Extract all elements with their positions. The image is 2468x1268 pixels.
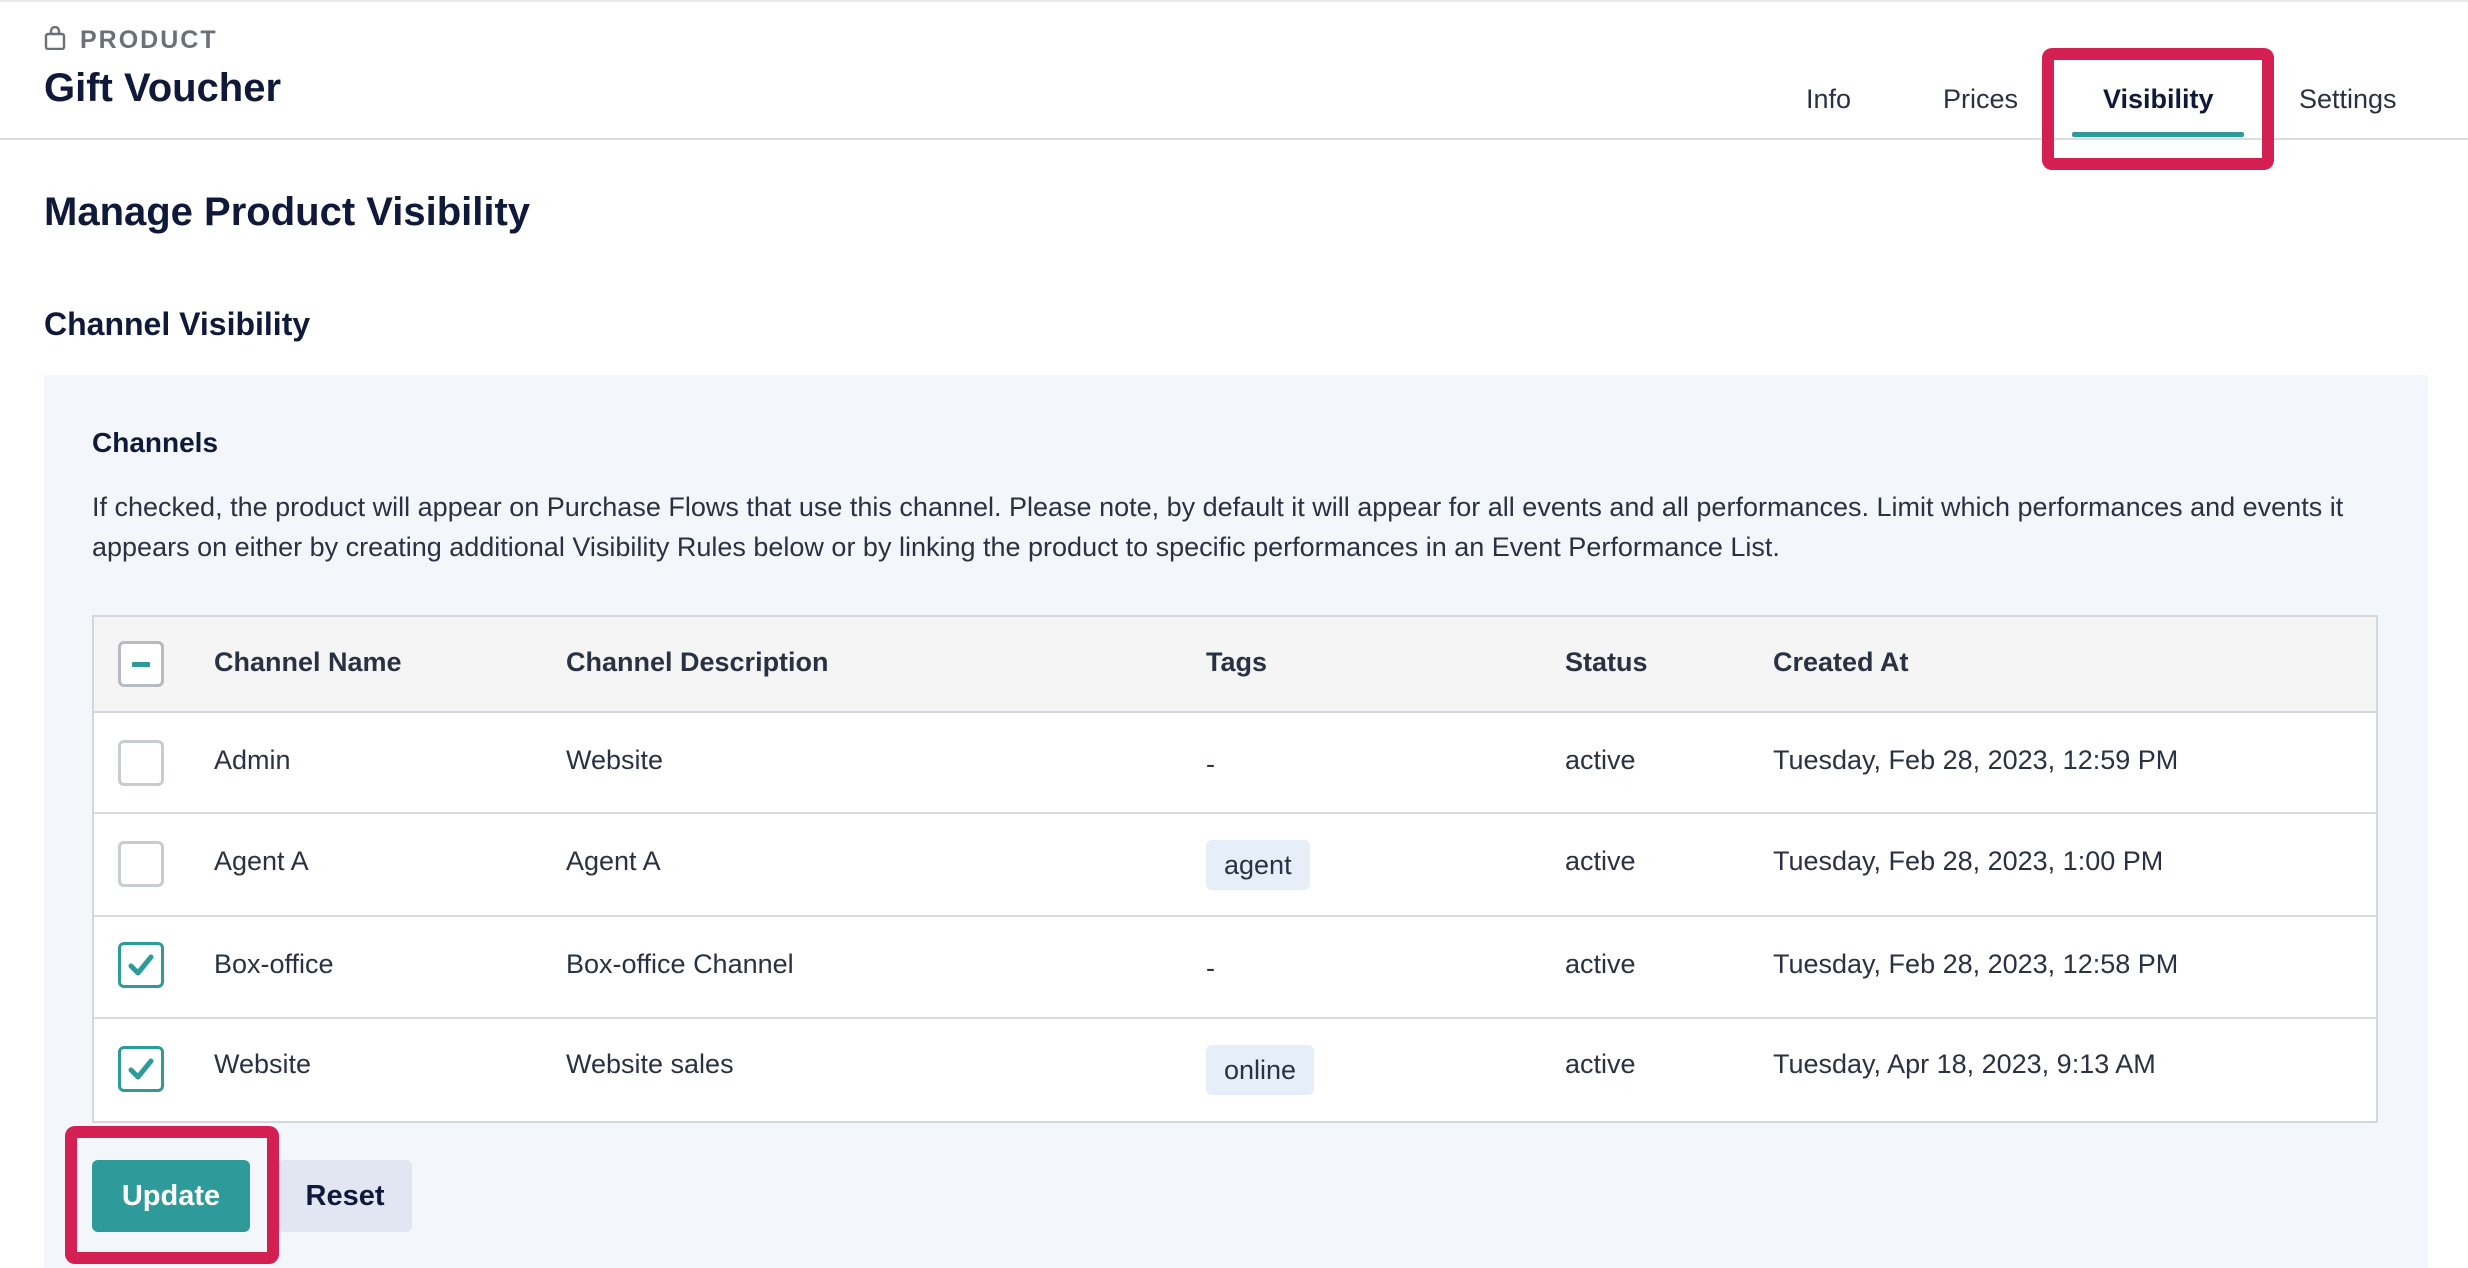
tag-badge: agent: [1206, 840, 1310, 890]
section-title: Channel Visibility: [44, 306, 311, 342]
column-header-status[interactable]: Status: [1565, 647, 1648, 678]
column-header-tags[interactable]: Tags: [1206, 647, 1267, 678]
table-row: Box-office Box-office Channel - active T…: [94, 917, 2376, 1019]
tab-settings[interactable]: Settings: [2299, 84, 2397, 115]
channel-status: active: [1565, 846, 1636, 876]
row-checkbox[interactable]: [118, 1046, 164, 1092]
tab-prices[interactable]: Prices: [1943, 84, 2018, 115]
row-checkbox[interactable]: [118, 841, 164, 887]
channel-created-at: Tuesday, Feb 28, 2023, 12:58 PM: [1773, 949, 2179, 979]
product-eyebrow-label: PRODUCT: [80, 26, 218, 54]
table-row: Agent A Agent A agent active Tuesday, Fe…: [94, 814, 2376, 917]
channel-name: Box-office: [214, 949, 334, 979]
checkmark-icon: [128, 954, 154, 976]
tag-empty: -: [1206, 749, 1215, 779]
channel-name: Website: [214, 1049, 312, 1079]
row-checkbox[interactable]: [118, 740, 164, 786]
channel-status: active: [1565, 1049, 1636, 1079]
visibility-tab-highlight: [2042, 48, 2274, 170]
channel-description: Agent A: [566, 846, 661, 876]
row-checkbox[interactable]: [118, 942, 164, 988]
select-all-checkbox[interactable]: [118, 641, 164, 687]
channels-table: Channel Name Channel Description Tags St…: [92, 615, 2378, 1123]
tag-empty: -: [1206, 953, 1215, 983]
channel-created-at: Tuesday, Feb 28, 2023, 12:59 PM: [1773, 745, 2179, 775]
column-header-channel-description[interactable]: Channel Description: [566, 647, 829, 678]
table-row: Admin Website - active Tuesday, Feb 28, …: [94, 713, 2376, 814]
channel-description: Website: [566, 745, 664, 775]
column-header-created-at[interactable]: Created At: [1773, 647, 1909, 678]
channel-name: Admin: [214, 745, 291, 775]
minus-icon: [132, 662, 150, 667]
shopping-bag-icon: [44, 25, 66, 55]
channel-description: Box-office Channel: [566, 949, 794, 979]
channels-description: If checked, the product will appear on P…: [92, 492, 2344, 562]
reset-button[interactable]: Reset: [278, 1160, 412, 1232]
channels-title: Channels: [92, 427, 219, 458]
product-eyebrow: PRODUCT: [44, 25, 218, 55]
channel-status: active: [1565, 949, 1636, 979]
table-header: Channel Name Channel Description Tags St…: [94, 617, 2376, 713]
channel-name: Agent A: [214, 846, 309, 876]
tab-info[interactable]: Info: [1806, 84, 1851, 115]
channel-created-at: Tuesday, Feb 28, 2023, 1:00 PM: [1773, 846, 2164, 876]
channel-description: Website sales: [566, 1049, 734, 1079]
checkmark-icon: [128, 1058, 154, 1080]
page-title: Manage Product Visibility: [44, 190, 531, 234]
column-header-channel-name[interactable]: Channel Name: [214, 647, 402, 678]
channel-status: active: [1565, 745, 1636, 775]
channels-panel: Channels If checked, the product will ap…: [44, 375, 2428, 1268]
tag-badge: online: [1206, 1045, 1315, 1095]
table-row: Website Website sales online active Tues…: [94, 1019, 2376, 1121]
update-button-highlight: [65, 1126, 279, 1264]
channel-created-at: Tuesday, Apr 18, 2023, 9:13 AM: [1773, 1049, 2156, 1079]
